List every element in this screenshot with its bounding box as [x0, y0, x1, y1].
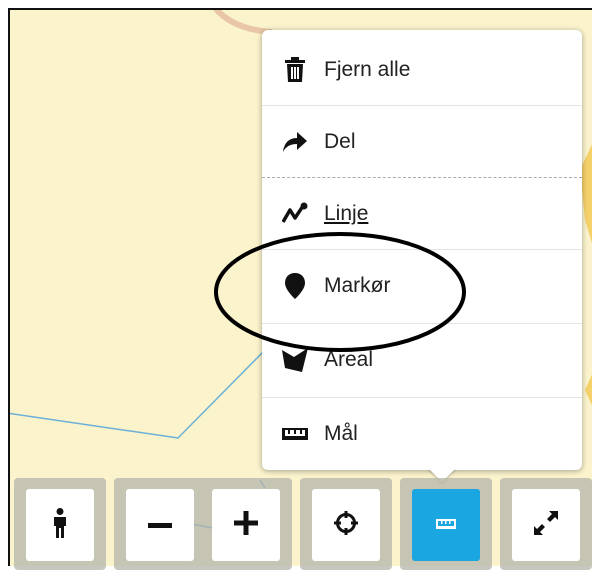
plus-icon — [234, 510, 258, 540]
fullscreen-button[interactable] — [512, 489, 580, 561]
annotation-ellipse — [214, 232, 466, 352]
person-icon — [52, 507, 68, 543]
trash-icon — [282, 57, 308, 83]
share-arrow-icon — [282, 129, 308, 155]
screenshot-frame: Fjern alle Del Linje Markør Areal Mål — [0, 0, 600, 570]
zoom-out-button[interactable] — [126, 489, 194, 561]
map-area-shape — [585, 374, 592, 406]
zoom-in-button[interactable] — [212, 489, 280, 561]
measure-button[interactable] — [412, 489, 480, 561]
line-draw-icon — [282, 201, 308, 227]
menu-item-remove-all[interactable]: Fjern alle — [262, 34, 582, 106]
locate-button[interactable] — [312, 489, 380, 561]
road-outline — [213, 10, 272, 35]
street-view-button[interactable] — [26, 489, 94, 561]
menu-item-measure[interactable]: Mål — [262, 398, 582, 470]
road-line — [10, 349, 266, 439]
ruler-icon — [436, 516, 456, 534]
menu-item-label: Del — [324, 130, 356, 153]
menu-item-share[interactable]: Del — [262, 106, 582, 178]
menu-item-label: Fjern alle — [324, 58, 411, 81]
crosshair-icon — [334, 510, 358, 540]
menu-item-label: Linje — [324, 202, 369, 225]
menu-item-label: Mål — [324, 422, 358, 445]
expand-icon — [534, 510, 558, 540]
ruler-icon — [282, 421, 308, 447]
minus-icon — [148, 516, 172, 534]
